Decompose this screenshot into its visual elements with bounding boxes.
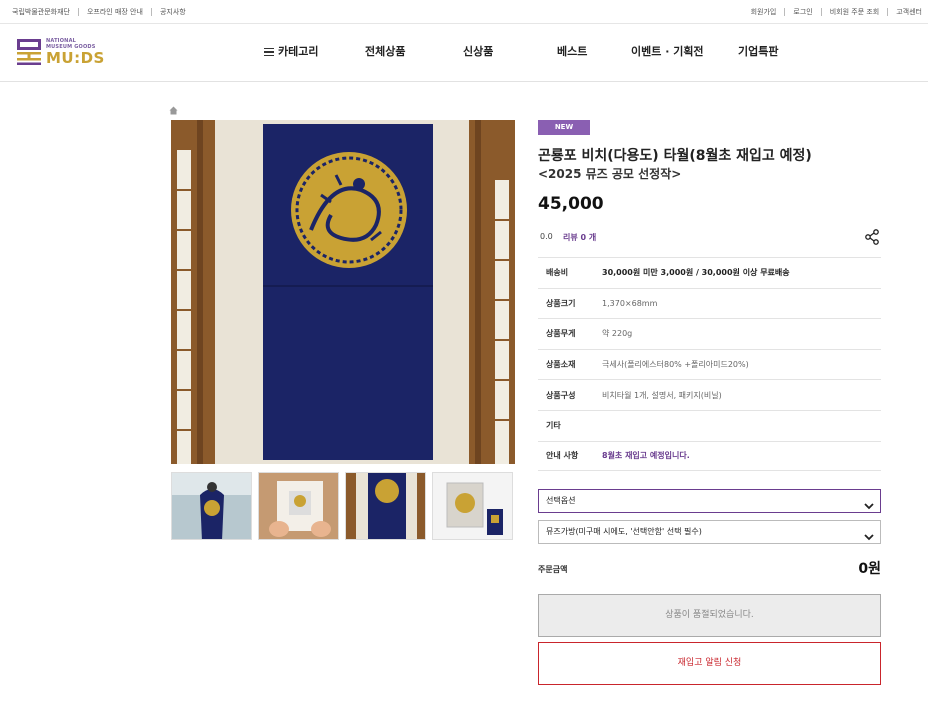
info-key: 기타 <box>546 421 561 431</box>
bag-option-select-value: 뮤즈가방(미구매 시에도, '선택안함' 선택 필수) <box>546 527 702 536</box>
nav-corporate[interactable]: 기업특판 <box>738 43 778 59</box>
option-select[interactable]: 선택옵션 <box>538 489 881 513</box>
util-link-customer-center[interactable]: 고객센터 <box>896 7 922 17</box>
info-row-shipping: 배송비 30,000원 미만 3,000원 / 30,000원 이상 무료배송 <box>538 257 881 288</box>
info-key: 안내 사항 <box>546 451 579 461</box>
nav-all-products[interactable]: 전체상품 <box>365 43 463 59</box>
info-row-weight: 상품무게 약 220g <box>538 318 881 349</box>
info-value: 30,000원 미만 3,000원 / 30,000원 이상 무료배송 <box>602 268 790 278</box>
chevron-down-icon <box>864 528 874 541</box>
info-value: 약 220g <box>602 329 633 339</box>
info-value: 1,370×68mm <box>602 298 658 308</box>
nav-category-label: 카테고리 <box>278 45 319 58</box>
main-nav: 카테고리 전체상품 신상품 베스트 이벤트 · 기획전 기업특판 <box>264 43 778 59</box>
utility-bar: 국립박물관문화재단 오프라인 매장 안내 공지사항 회원가입 로그인 비회원 주… <box>0 0 928 24</box>
product-price: 45,000 <box>538 194 604 214</box>
info-value: 극세사(폴리에스터80% +폴리아미드20%) <box>602 360 749 370</box>
thumbnail-1[interactable] <box>171 472 252 540</box>
total-amount: 0원 <box>858 561 881 577</box>
util-link-guest-order[interactable]: 비회원 주문 조회 <box>830 7 880 17</box>
utility-links-right: 회원가입 로그인 비회원 주문 조회 고객센터 <box>751 7 922 17</box>
menu-icon <box>264 46 274 59</box>
info-key: 상품무게 <box>546 329 576 339</box>
info-row-size: 상품크기 1,370×68mm <box>538 287 881 319</box>
review-count-link[interactable]: 리뷰 0 개 <box>563 232 596 243</box>
info-row-material: 상품소재 극세사(폴리에스터80% +폴리아미드20%) <box>538 348 881 380</box>
info-row-etc: 기타 <box>538 409 881 441</box>
info-key: 상품소재 <box>546 360 576 370</box>
product-main-image <box>171 120 515 464</box>
site-header: NATIONAL MUSEUM GOODS MU:DS 카테고리 전체상품 신상… <box>0 24 928 82</box>
new-badge: NEW <box>538 120 590 135</box>
util-link-foundation[interactable]: 국립박물관문화재단 <box>12 7 70 17</box>
info-key: 상품크기 <box>546 298 576 308</box>
thumbnail-strip <box>171 472 517 540</box>
info-value: 비치타월 1개, 설명서, 패키지(비닐) <box>602 390 722 400</box>
nav-events[interactable]: 이벤트 · 기획전 <box>631 43 738 59</box>
sold-out-button[interactable]: 상품이 품절되었습니다. <box>538 594 881 637</box>
product-info-table: 배송비 30,000원 미만 3,000원 / 30,000원 이상 무료배송 … <box>538 257 881 472</box>
bag-option-select[interactable]: 뮤즈가방(미구매 시에도, '선택안함' 선택 필수) <box>538 520 881 544</box>
info-value: 8월초 재입고 예정입니다. <box>602 451 690 461</box>
product-subtitle: <2025 뮤즈 공모 선정작> <box>538 167 682 181</box>
rating-score: 0.0 <box>540 232 553 241</box>
logo-name: MU:DS <box>46 49 105 67</box>
total-label: 주문금액 <box>538 565 568 574</box>
home-icon[interactable] <box>169 100 178 115</box>
util-link-login[interactable]: 로그인 <box>793 7 812 17</box>
info-row-components: 상품구성 비치타월 1개, 설명서, 패키지(비닐) <box>538 379 881 410</box>
logo-mark-icon <box>16 38 42 66</box>
utility-links-left: 국립박물관문화재단 오프라인 매장 안내 공지사항 <box>12 7 186 17</box>
util-link-signup[interactable]: 회원가입 <box>751 7 777 17</box>
util-link-store-info[interactable]: 오프라인 매장 안내 <box>87 7 143 17</box>
nav-best[interactable]: 베스트 <box>557 43 631 59</box>
info-row-notice: 안내 사항 8월초 재입고 예정입니다. <box>538 440 881 472</box>
info-key: 배송비 <box>546 268 569 278</box>
info-key: 상품구성 <box>546 390 576 400</box>
thumbnail-4[interactable] <box>432 472 513 540</box>
product-title: 곤룡포 비치(다용도) 타월(8월초 재입고 예정) <box>538 148 812 164</box>
restock-alert-button[interactable]: 재입고 알림 신청 <box>538 642 881 685</box>
thumbnail-3[interactable] <box>345 472 426 540</box>
logo[interactable]: NATIONAL MUSEUM GOODS MU:DS <box>16 38 105 66</box>
option-select-value: 선택옵션 <box>546 496 576 505</box>
nav-new-products[interactable]: 신상품 <box>463 43 557 59</box>
logo-wordmark: NATIONAL MUSEUM GOODS MU:DS <box>46 38 105 66</box>
nav-category[interactable]: 카테고리 <box>264 43 365 59</box>
share-icon[interactable] <box>864 229 880 245</box>
util-link-notice[interactable]: 공지사항 <box>160 7 186 17</box>
thumbnail-2[interactable] <box>258 472 339 540</box>
chevron-down-icon <box>864 497 874 510</box>
